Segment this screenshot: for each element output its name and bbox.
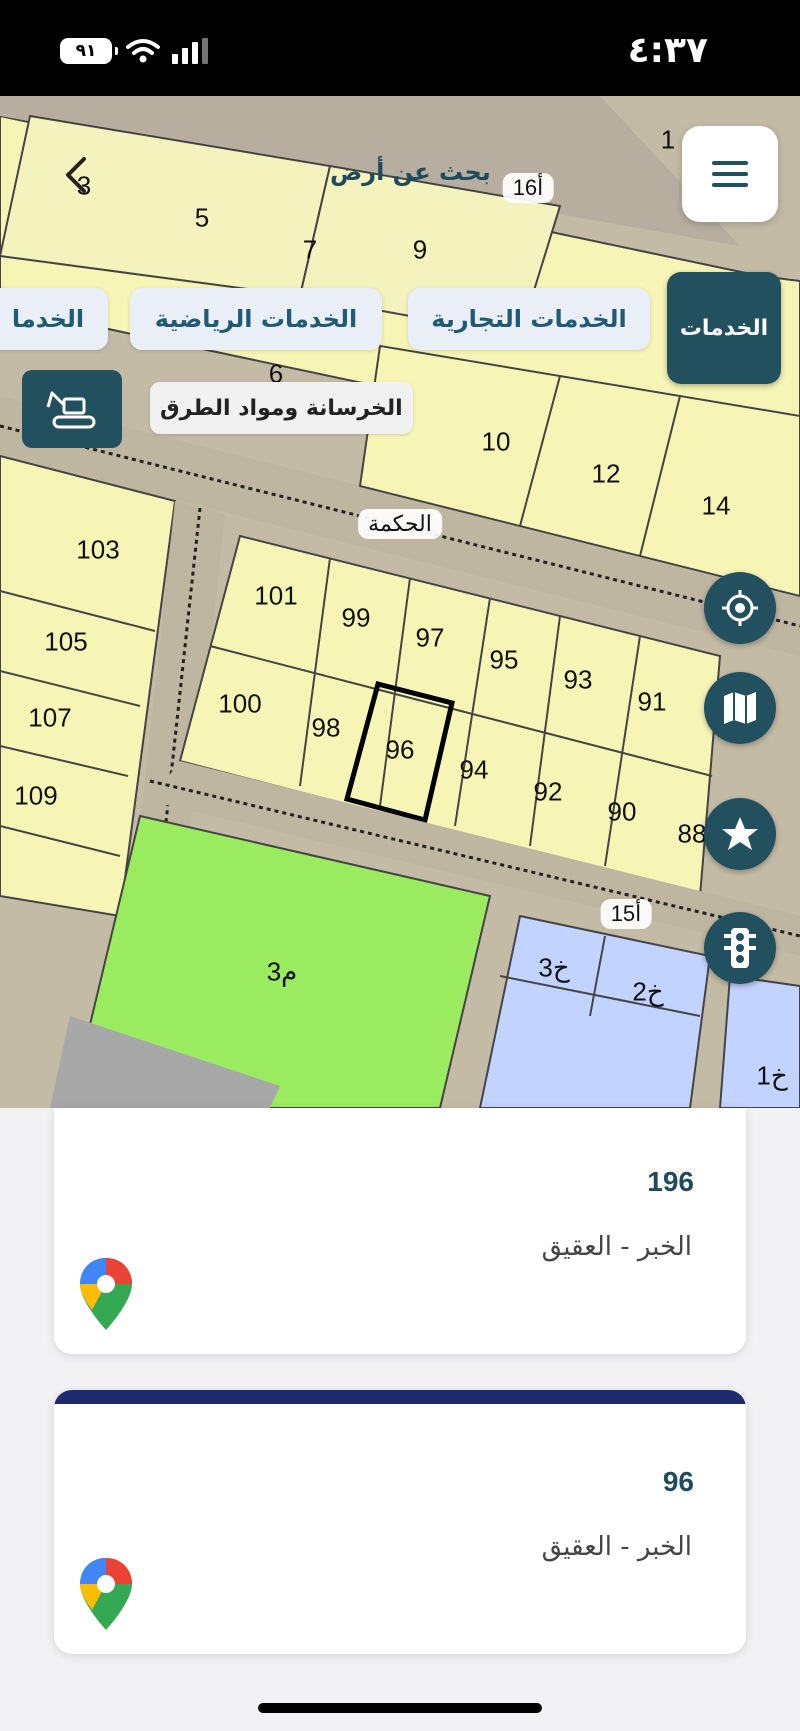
- plot-label: 99: [341, 602, 371, 633]
- plot-map[interactable]: 1 3 5 7 9 6 10 12 14 103 105 107 109 101…: [0, 96, 800, 1108]
- hamburger-icon: [712, 161, 748, 187]
- locate-button[interactable]: [704, 572, 776, 644]
- plot-label: 1: [660, 124, 676, 155]
- battery-indicator: ٩١: [60, 38, 118, 64]
- clock: ٤:٣٧: [627, 30, 708, 71]
- google-maps-pin-icon[interactable]: [78, 1556, 134, 1636]
- plot-label: 100: [218, 688, 262, 719]
- plot-label: 93: [563, 664, 593, 695]
- plot-label: 109: [14, 780, 58, 811]
- tool-label: الخرسانة ومواد الطرق: [150, 382, 413, 434]
- street-label: 16أ: [502, 173, 554, 203]
- chip-services[interactable]: الخدمات: [667, 272, 781, 384]
- map-layers-button[interactable]: [704, 672, 776, 744]
- map-icon: [724, 692, 756, 724]
- plot-label: 92: [533, 776, 563, 807]
- card-plot-number: 96: [662, 1466, 694, 1497]
- plot-label: م3: [266, 956, 298, 987]
- menu-button[interactable]: [682, 126, 778, 222]
- status-bar: ٩١ ٤:٣٧: [0, 0, 800, 96]
- favorites-button[interactable]: [704, 798, 776, 870]
- plot-label: 14: [701, 490, 731, 521]
- excavator-icon: [46, 391, 96, 429]
- star-icon: [722, 817, 758, 850]
- page-title: بحث عن أرض: [330, 158, 491, 186]
- plot-label: 97: [415, 622, 445, 653]
- plot-label: 94: [459, 754, 489, 785]
- street-label: الحكمة: [358, 509, 442, 539]
- locate-icon: [722, 590, 758, 626]
- result-card[interactable]: 96 الخبر - العقيق: [54, 1390, 746, 1654]
- traffic-button[interactable]: [704, 912, 776, 984]
- google-maps-pin-icon[interactable]: [78, 1256, 134, 1336]
- plot-label: 101: [254, 580, 298, 611]
- plot-label: 7: [302, 234, 318, 265]
- card-location: الخبر - العقيق: [541, 1232, 692, 1262]
- screen: ٩١ ٤:٣٧ 1 3 5 7 9 6 10 12 14 103 105 107…: [0, 0, 800, 1731]
- chevron-left-icon: [66, 157, 86, 193]
- traffic-light-icon: [724, 928, 756, 968]
- chip-services-partial[interactable]: الخدما: [0, 288, 108, 350]
- plot-label: 88: [677, 818, 707, 849]
- chip-commercial-services[interactable]: الخدمات التجارية: [408, 288, 650, 350]
- signal-icon: [170, 38, 216, 68]
- back-button[interactable]: [50, 150, 100, 200]
- map-canvas: [0, 96, 800, 1108]
- plot-label: 90: [607, 796, 637, 827]
- plot-label: 91: [637, 686, 667, 717]
- plot-label: خ2: [632, 976, 664, 1007]
- plot-label: خ1: [756, 1060, 788, 1091]
- plot-label: 5: [194, 202, 210, 233]
- plot-label: 9: [412, 234, 428, 265]
- home-indicator[interactable]: [258, 1703, 542, 1713]
- plot-label: 96: [385, 734, 415, 765]
- plot-label: 98: [311, 712, 341, 743]
- plot-label: 12: [591, 458, 621, 489]
- plot-label: 95: [489, 644, 519, 675]
- plot-label: 10: [481, 426, 511, 457]
- result-card[interactable]: 196 الخبر - العقيق: [54, 1108, 746, 1354]
- plot-label: خ3: [538, 952, 570, 983]
- card-plot-number: 196: [647, 1166, 694, 1197]
- wifi-icon: [126, 38, 160, 68]
- card-topbar: [54, 1390, 746, 1404]
- plot-label: 103: [76, 534, 120, 565]
- excavator-tool-button[interactable]: [22, 370, 122, 448]
- chip-sports-services[interactable]: الخدمات الرياضية: [130, 288, 382, 350]
- plot-label: 105: [44, 626, 88, 657]
- card-location: الخبر - العقيق: [541, 1532, 692, 1562]
- street-label: 15أ: [600, 899, 652, 929]
- plot-label: 107: [28, 702, 72, 733]
